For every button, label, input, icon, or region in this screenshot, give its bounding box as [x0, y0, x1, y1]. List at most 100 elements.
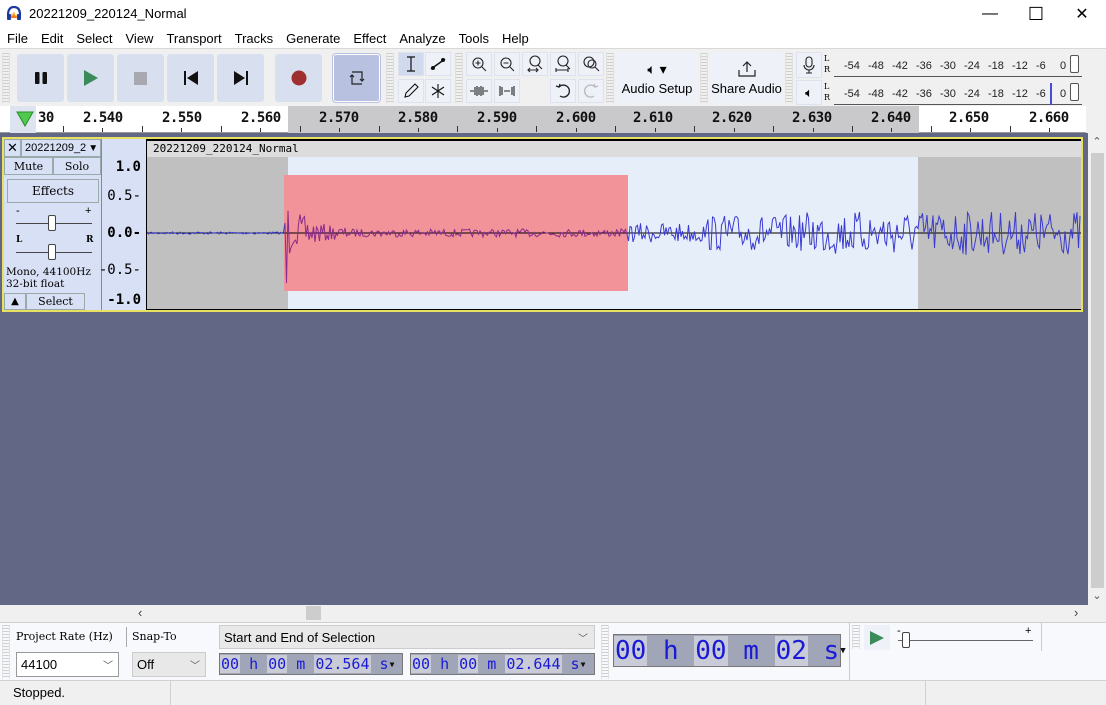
solo-button[interactable]: Solo	[53, 157, 101, 175]
toolbar-grip[interactable]	[700, 53, 708, 103]
close-track-button[interactable]: ✕	[4, 139, 21, 157]
pan-right-label: R	[86, 235, 94, 245]
toolbar-grip[interactable]	[455, 53, 463, 103]
undo-button[interactable]	[550, 79, 576, 103]
ruler-tick-label: 2.550	[162, 110, 202, 126]
zoom-in-button[interactable]	[466, 52, 492, 76]
vertical-scroll-thumb[interactable]	[1091, 153, 1104, 588]
minimize-button[interactable]: —	[967, 0, 1013, 28]
zoom-toggle-button[interactable]	[578, 52, 604, 76]
close-button[interactable]: ✕	[1059, 0, 1105, 28]
loop-button[interactable]	[333, 54, 380, 102]
playback-volume-slider[interactable]	[1070, 83, 1079, 101]
share-audio-button[interactable]: Share Audio	[710, 52, 783, 103]
amplitude-scale[interactable]: 1.0 0.5- 0.0- -0.5- -1.0	[99, 139, 146, 310]
snap-to-select[interactable]: Off ﹀	[132, 652, 206, 677]
menu-tools[interactable]: Tools	[452, 31, 495, 46]
toolbar-grip[interactable]	[386, 53, 394, 103]
maximize-button[interactable]: ☐	[1013, 0, 1059, 28]
envelope-tool-button[interactable]	[425, 52, 451, 76]
mute-label: Mute	[13, 159, 44, 173]
mute-button[interactable]: Mute	[4, 157, 53, 175]
project-rate-select[interactable]: 44100 ﹀	[16, 652, 119, 677]
playback-speed-slider[interactable]	[902, 632, 910, 648]
scroll-left-arrow[interactable]: ‹	[138, 605, 142, 620]
scroll-up-arrow[interactable]: ⌃	[1090, 135, 1104, 149]
waveform-area[interactable]	[147, 157, 1081, 309]
audio-position-time[interactable]: 00 h 00 m 02 s ▼	[613, 634, 846, 667]
pan-slider[interactable]	[48, 244, 56, 260]
vertical-scrollbar[interactable]: ⌃ ⌄	[1088, 133, 1106, 605]
selection-end-time[interactable]: 00 h 00 m 02.644 s ▼	[410, 653, 595, 675]
menu-effect[interactable]: Effect	[346, 31, 392, 46]
scroll-right-arrow[interactable]: ›	[1074, 605, 1078, 620]
chevron-down-icon: ▼	[389, 659, 395, 669]
stop-button[interactable]	[117, 54, 164, 102]
ruler-tick	[418, 128, 419, 132]
fit-project-button[interactable]	[550, 52, 576, 76]
unit-h: h	[440, 655, 450, 673]
clip-name: 20221209_220124_Normal	[153, 142, 299, 155]
play-head-triangle-icon	[16, 111, 34, 127]
select-track-button[interactable]: Select	[26, 293, 85, 310]
menu-transport[interactable]: Transport	[159, 31, 227, 46]
menu-select[interactable]: Select	[69, 31, 118, 46]
menu-analyze[interactable]: Analyze	[392, 31, 451, 46]
toolbar-grip[interactable]	[785, 53, 793, 103]
meter-scale-label: -30	[940, 60, 956, 72]
selection-toolbar: Project Rate (Hz) Snap-To 44100 ﹀ Off ﹀ …	[0, 622, 1106, 681]
silence-audio-button[interactable]	[494, 79, 520, 103]
toolbar-grip[interactable]	[2, 625, 10, 679]
selection-mode-select[interactable]: Start and End of Selection ﹀	[219, 625, 595, 649]
menu-generate[interactable]: Generate	[279, 31, 346, 46]
timeline-options-button[interactable]	[10, 106, 36, 133]
menu-file[interactable]: File	[0, 31, 34, 46]
record-volume-slider[interactable]	[1070, 55, 1079, 73]
effects-button[interactable]: Effects	[7, 179, 99, 203]
playback-meter-button[interactable]: 🔈︎	[796, 80, 822, 105]
track-menu-button[interactable]: 20221209_2 ▼	[21, 139, 101, 157]
redo-button[interactable]	[578, 79, 604, 103]
pause-button[interactable]	[17, 54, 64, 102]
trim-audio-button[interactable]	[466, 79, 492, 103]
title-bar: 20221209_220124_Normal — ☐ ✕	[0, 0, 1106, 28]
scroll-down-arrow[interactable]: ⌄	[1090, 589, 1104, 603]
play-button[interactable]	[67, 54, 114, 102]
zoom-out-button[interactable]	[494, 52, 520, 76]
play-at-speed-button[interactable]	[864, 625, 890, 650]
toolbar-grip[interactable]	[2, 53, 10, 103]
gain-slider[interactable]	[48, 215, 56, 231]
menu-help[interactable]: Help	[495, 31, 535, 46]
timeline-ruler[interactable]: 30 2.540 2.550 2.560 2.570 2.580 2.590 2.600 2.6…	[0, 106, 1086, 133]
waveform	[147, 210, 1081, 284]
playback-meter-channels: LR	[824, 81, 830, 103]
toolbar-grip[interactable]	[601, 625, 609, 679]
fit-selection-button[interactable]	[522, 52, 548, 76]
seconds: 02	[774, 635, 808, 666]
clip-title-bar[interactable]: 20221209_220124_Normal	[147, 141, 1081, 157]
toolbar-grip[interactable]	[852, 625, 860, 649]
horizontal-scrollbar[interactable]: ‹ ›	[0, 605, 1088, 622]
audio-setup-button[interactable]: 🔈︎ ▾ Audio Setup	[616, 52, 698, 103]
collapse-track-button[interactable]: ▲	[4, 293, 26, 310]
record-meter[interactable]: -54 -48 -42 -36 -30 -24 -18 -12 -6 0	[834, 55, 1082, 77]
skip-to-end-button[interactable]	[217, 54, 264, 102]
toolbar-grip[interactable]	[606, 53, 614, 103]
speaker-dropdown-icon: 🔈︎ ▾	[647, 60, 667, 77]
record-button[interactable]	[275, 54, 322, 102]
record-meter-button[interactable]	[796, 52, 822, 78]
selection-tool-button[interactable]	[398, 52, 424, 76]
scale-label: 0.0-	[107, 225, 141, 241]
menu-view[interactable]: View	[119, 31, 160, 46]
multi-tool-button[interactable]	[425, 79, 451, 103]
menu-tracks[interactable]: Tracks	[228, 31, 280, 46]
menu-edit[interactable]: Edit	[34, 31, 69, 46]
i-beam-icon	[407, 56, 415, 72]
horizontal-scroll-thumb[interactable]	[306, 606, 321, 620]
draw-tool-button[interactable]	[398, 79, 424, 103]
zoom-in-icon	[472, 57, 487, 72]
trim-icon	[470, 86, 488, 96]
skip-to-start-button[interactable]	[167, 54, 214, 102]
selection-start-time[interactable]: 00 h 00 m 02.564 s ▼	[219, 653, 403, 675]
playback-meter[interactable]: -54 -48 -42 -36 -30 -24 -18 -12 -6 0	[834, 83, 1082, 105]
